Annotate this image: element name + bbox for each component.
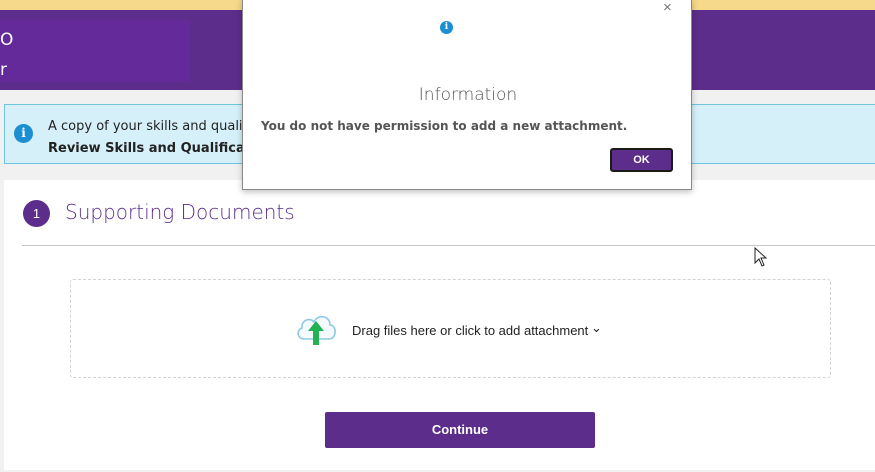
chevron-down-icon[interactable]: ⌄ <box>591 320 602 336</box>
cloud-upload-icon <box>297 315 336 345</box>
info-icon: i <box>440 21 453 34</box>
section-title: Supporting Documents <box>65 200 295 224</box>
continue-button[interactable]: Continue <box>325 412 595 448</box>
header-text-line1: O <box>0 30 14 50</box>
dialog-message: You do not have permission to add a new … <box>261 119 628 133</box>
attachment-dropzone[interactable]: Drag files here or click to add attachme… <box>70 279 831 378</box>
information-dialog: × i Information You do not have permissi… <box>242 0 692 190</box>
dialog-title: Information <box>418 85 518 105</box>
review-skills-link[interactable]: Review Skills and Qualification <box>48 141 274 156</box>
banner-message: A copy of your skills and qualif <box>48 119 248 134</box>
supporting-documents-card: 1 Supporting Documents Drag files here o… <box>4 180 875 470</box>
header-text-line2: r <box>0 60 7 80</box>
close-icon[interactable]: × <box>663 0 672 16</box>
ok-button[interactable]: OK <box>610 148 673 172</box>
header-box <box>0 20 190 82</box>
section-divider <box>22 245 875 246</box>
info-icon: i <box>14 124 33 143</box>
mouse-cursor-icon <box>754 247 768 267</box>
dropzone-label[interactable]: Drag files here or click to add attachme… <box>352 323 588 338</box>
step-number-badge: 1 <box>23 200 50 227</box>
